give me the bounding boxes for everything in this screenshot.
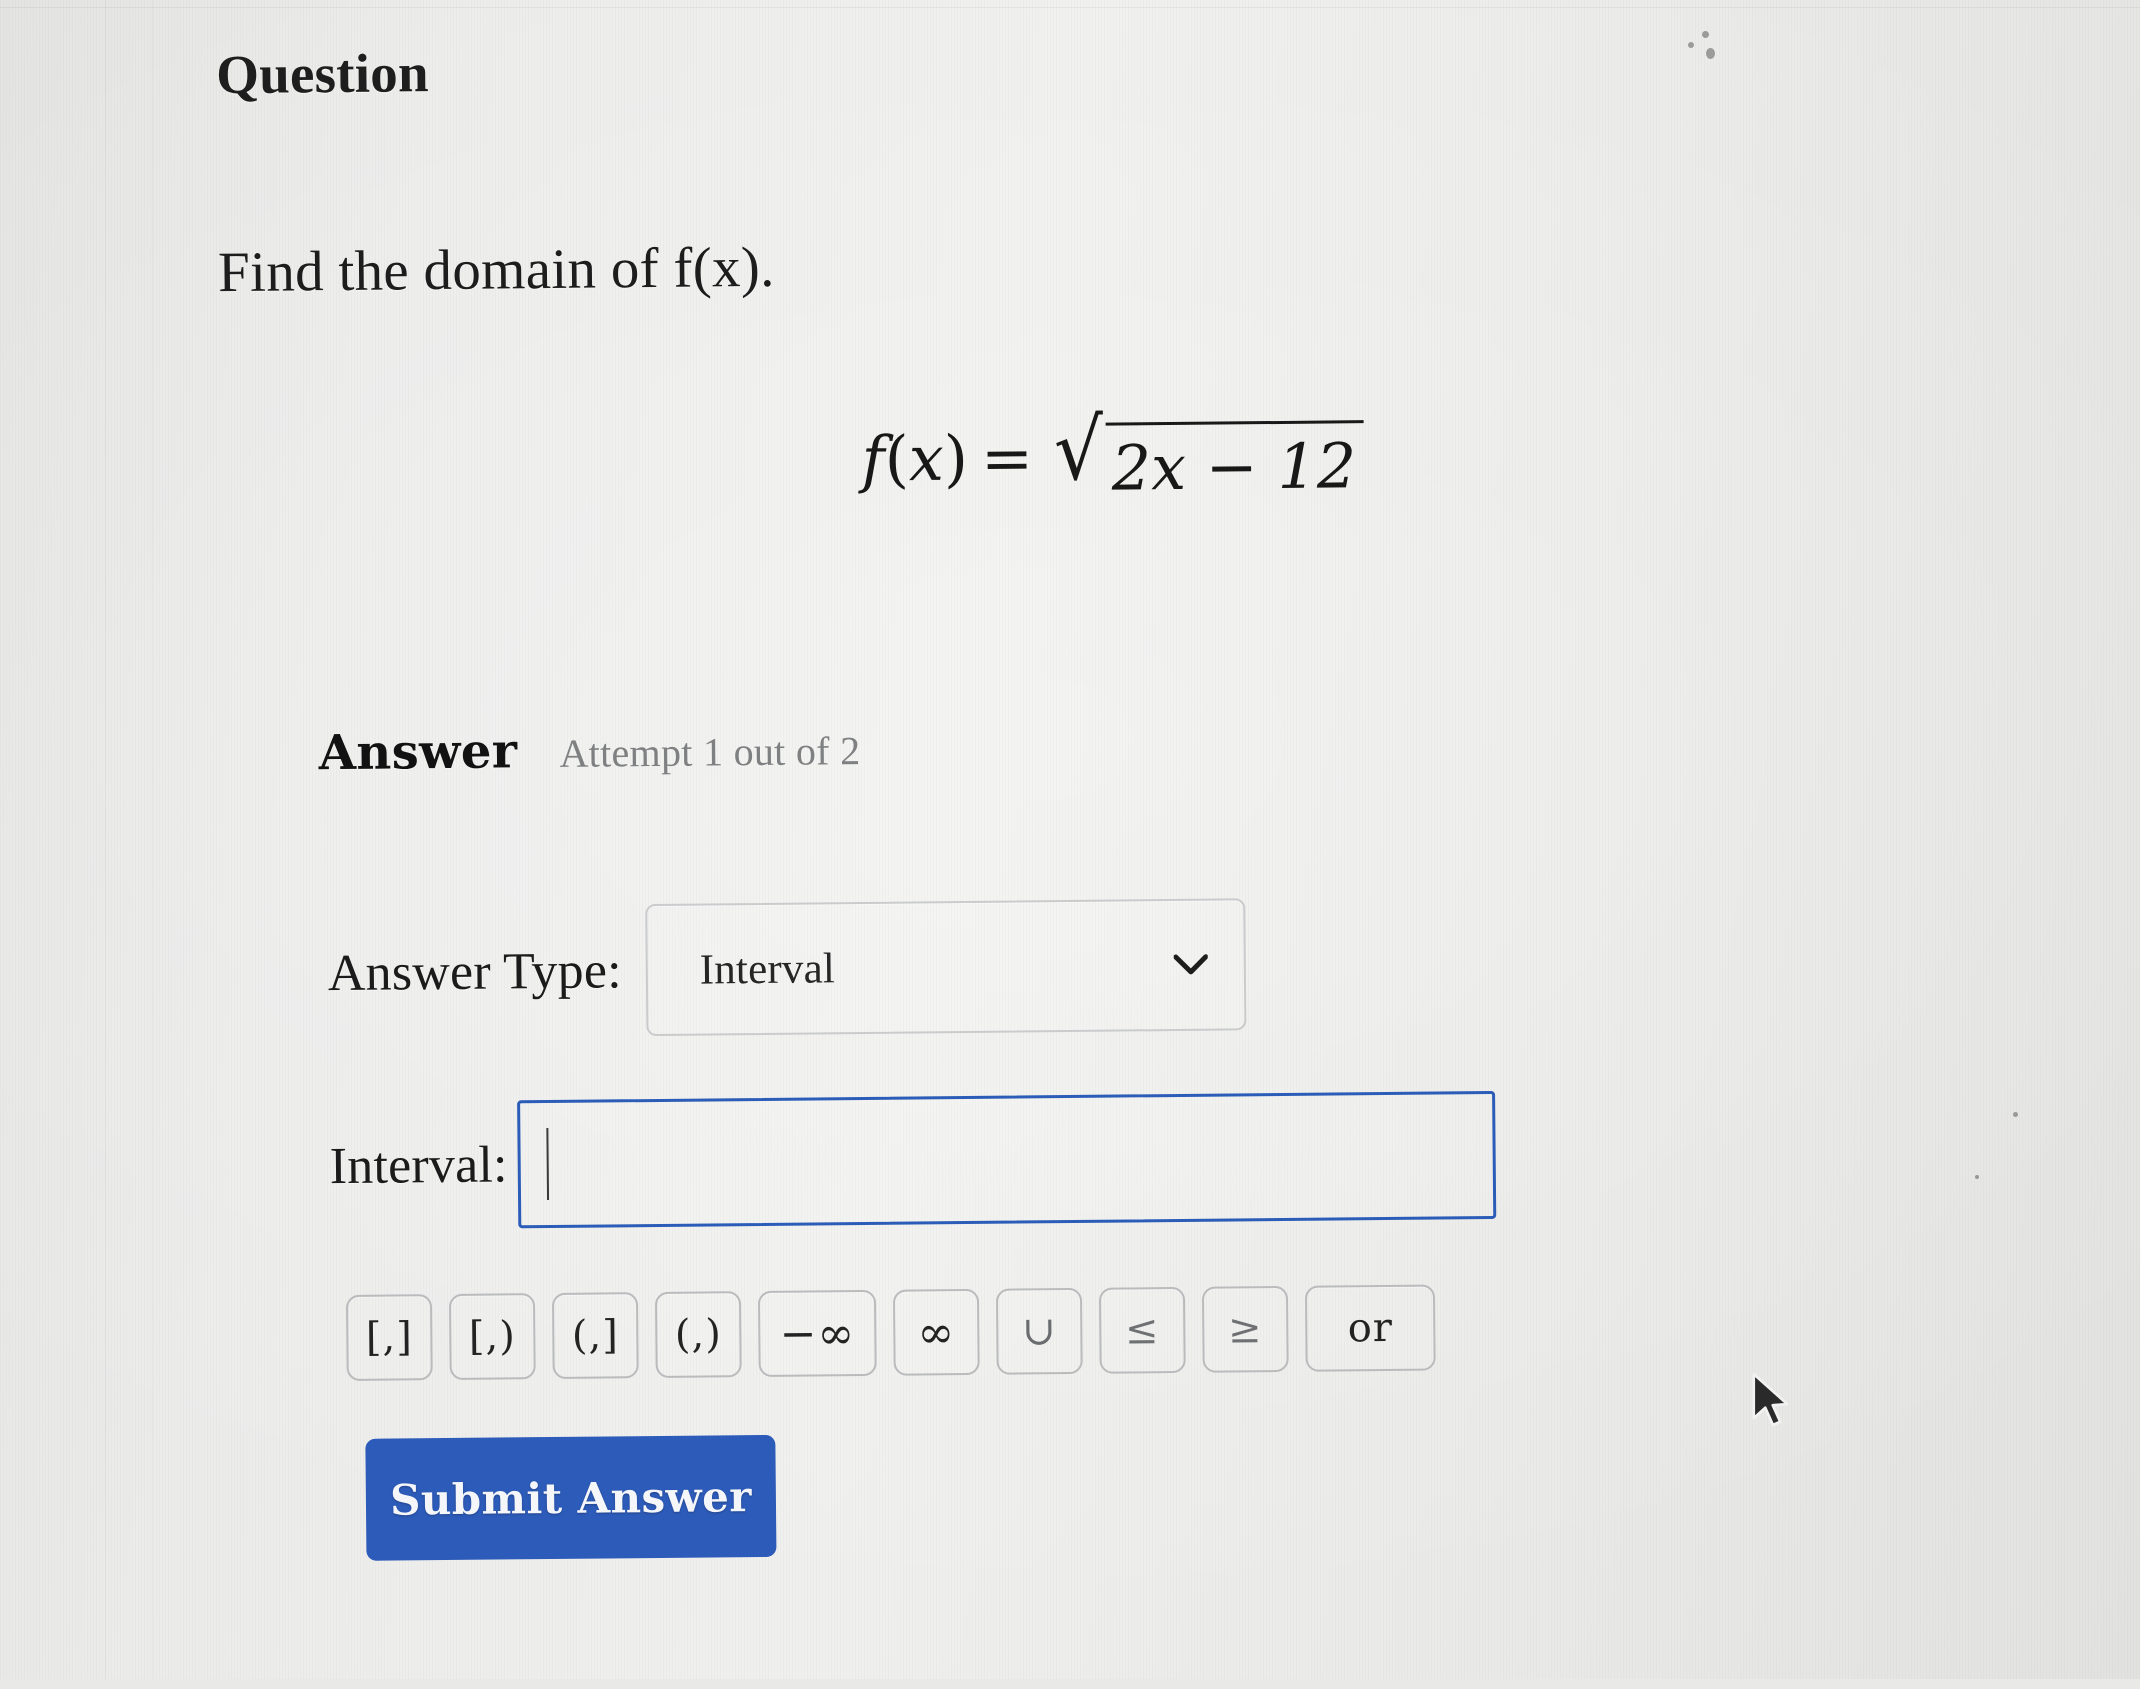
key-union[interactable]: ∪ <box>995 1287 1083 1375</box>
answer-type-select[interactable]: Interval <box>645 898 1247 1037</box>
text-caret <box>546 1128 549 1201</box>
key-negative-infinity[interactable]: −∞ <box>757 1289 877 1378</box>
interval-label: Interval: <box>329 1135 508 1195</box>
chevron-down-icon <box>1173 954 1208 976</box>
answer-header: Answer Attempt 1 out of 2 <box>318 720 860 781</box>
answer-type-row: Answer Type: Interval <box>327 898 1247 1039</box>
interval-input[interactable] <box>517 1090 1497 1229</box>
key-or[interactable]: or <box>1304 1284 1436 1372</box>
key-closed-open[interactable]: [,) <box>448 1293 536 1380</box>
dust-speck <box>1702 31 1709 38</box>
answer-type-label: Answer Type: <box>327 941 622 1002</box>
attempt-counter: Attempt 1 out of 2 <box>559 728 861 776</box>
formula-variable: x <box>908 421 945 496</box>
key-open-closed[interactable]: (,] <box>551 1292 639 1379</box>
page-title: Question <box>215 42 429 106</box>
answer-title: Answer <box>318 723 518 782</box>
formula-display: f(x) = √ 2x − 12 <box>0 400 2138 516</box>
key-closed-closed[interactable]: [,] <box>345 1294 433 1381</box>
dust-speck <box>1688 42 1694 48</box>
dust-speck <box>1706 48 1715 59</box>
square-root-icon: √ 2x − 12 <box>1052 400 1365 505</box>
interval-row: Interval: <box>329 1090 1497 1230</box>
formula-paren-open: ( <box>884 422 910 496</box>
formula-equals: = <box>980 420 1034 495</box>
math-symbol-keypad: [,] [,) (,] (,) −∞ ∞ ∪ ≤ ≥ or <box>345 1284 1436 1381</box>
formula-radicand: 2x − 12 <box>1105 420 1365 505</box>
key-infinity[interactable]: ∞ <box>892 1288 980 1376</box>
answer-type-selected-value: Interval <box>699 944 836 994</box>
formula-paren-close: ) <box>943 421 969 495</box>
dust-speck <box>1975 1175 1979 1179</box>
key-open-open[interactable]: (,) <box>654 1291 742 1379</box>
question-prompt: Find the domain of f(x). <box>217 235 775 305</box>
dust-speck <box>2013 1112 2018 1117</box>
question-panel: Question Find the domain of f(x). f(x) = √… <box>0 0 2140 1689</box>
key-less-equal[interactable]: ≤ <box>1098 1286 1186 1374</box>
submit-answer-button[interactable]: Submit Answer <box>365 1434 777 1561</box>
key-greater-equal[interactable]: ≥ <box>1201 1285 1289 1373</box>
formula-function-name: f <box>861 422 886 496</box>
radical-glyph: √ <box>1053 400 1104 500</box>
